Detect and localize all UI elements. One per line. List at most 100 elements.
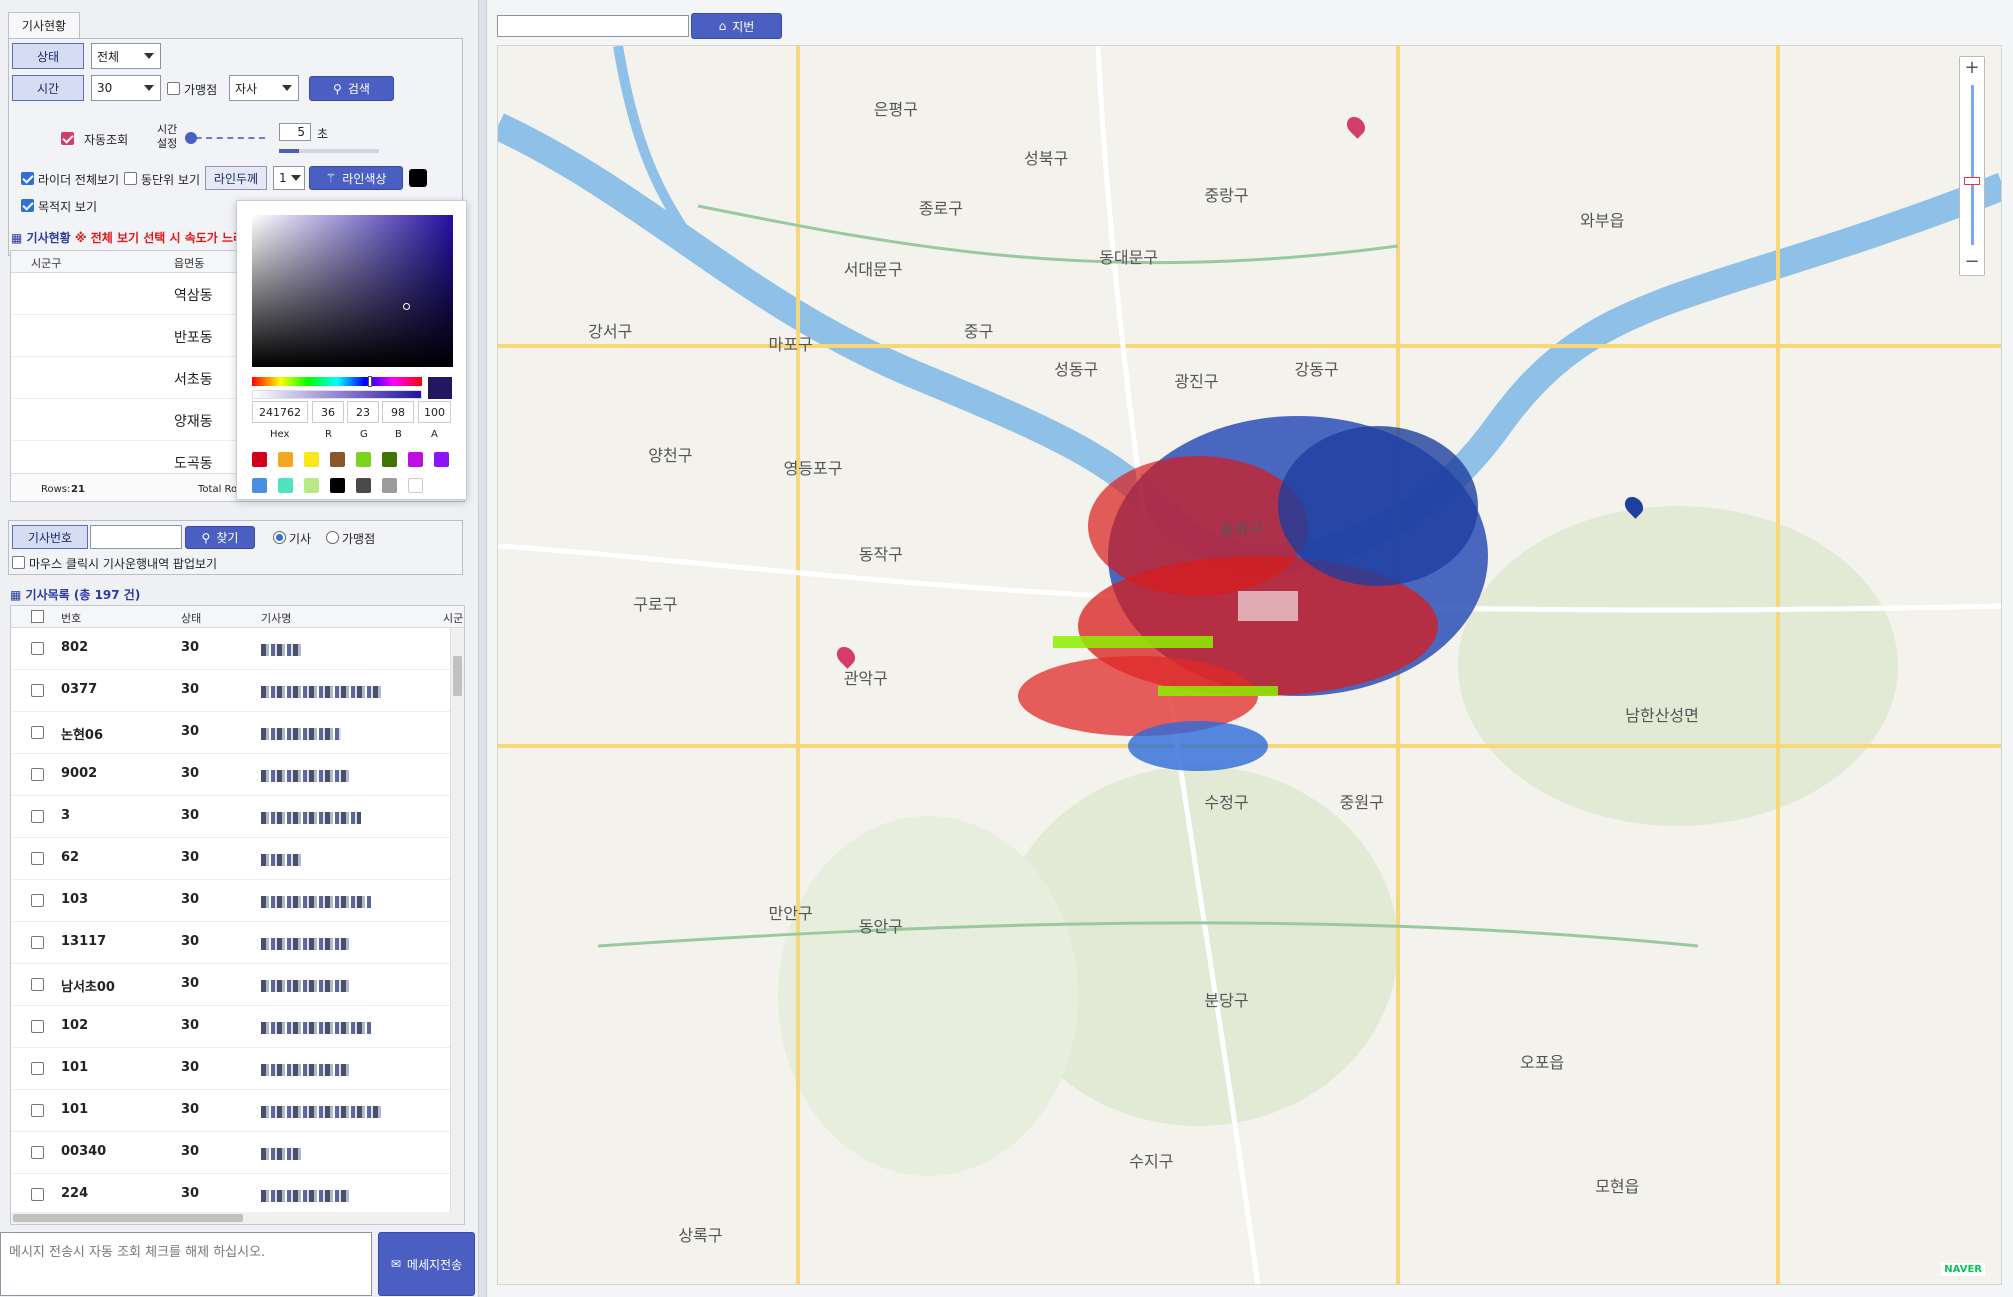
driver-number-label-button[interactable]: 기사번호 — [12, 525, 88, 549]
table-row[interactable]: 62 30 — [11, 838, 450, 880]
color-swatch[interactable] — [252, 478, 267, 493]
g-input[interactable]: 23 — [347, 401, 379, 423]
row-checkbox[interactable] — [31, 852, 44, 865]
interval-slider[interactable] — [185, 137, 265, 139]
a-input[interactable]: 100 — [418, 401, 451, 423]
hue-slider-handle[interactable] — [368, 376, 372, 387]
time-label-button[interactable]: 시간 — [12, 75, 84, 101]
color-swatch[interactable] — [304, 452, 319, 467]
map-search-input[interactable] — [497, 15, 689, 37]
zoom-control[interactable]: + − — [1959, 56, 1985, 276]
dong-unit-checkbox[interactable] — [124, 172, 137, 185]
search-button[interactable]: ⚲ 검색 — [309, 76, 394, 101]
vertical-scrollbar[interactable] — [450, 628, 464, 1224]
row-checkbox[interactable] — [31, 810, 44, 823]
search-icon: ⚲ — [201, 530, 211, 545]
line-width-select[interactable]: 1 — [273, 166, 305, 190]
map-district-label: 마포구 — [768, 334, 813, 354]
row-checkbox[interactable] — [31, 1188, 44, 1201]
interval-input[interactable]: 5 — [279, 123, 311, 141]
row-checkbox[interactable] — [31, 768, 44, 781]
status-select[interactable]: 전체 — [91, 43, 161, 69]
table-row[interactable]: 9002 30 — [11, 754, 450, 796]
auto-query-checkbox[interactable] — [61, 132, 74, 145]
zoom-handle[interactable] — [1964, 177, 1980, 185]
color-swatch[interactable] — [408, 452, 423, 467]
color-swatch[interactable] — [408, 478, 423, 493]
tab-driver-status[interactable]: 기사현황 — [8, 12, 80, 39]
row-checkbox[interactable] — [31, 936, 44, 949]
color-swatch[interactable] — [304, 478, 319, 493]
driver-number-input[interactable] — [90, 525, 182, 549]
row-checkbox[interactable] — [31, 642, 44, 655]
line-width-button[interactable]: 라인두께 — [205, 166, 267, 190]
color-swatch[interactable] — [356, 452, 371, 467]
color-saturation-area[interactable] — [252, 215, 453, 367]
radio-driver[interactable] — [273, 531, 286, 544]
table-row[interactable]: 00340 30 — [11, 1132, 450, 1174]
color-swatch[interactable] — [330, 452, 345, 467]
table-row[interactable]: 13117 30 — [11, 922, 450, 964]
table-row[interactable]: 103 30 — [11, 880, 450, 922]
hue-slider[interactable] — [252, 377, 422, 386]
row-checkbox[interactable] — [31, 1104, 44, 1117]
line-color-swatch[interactable] — [409, 169, 427, 187]
table-row[interactable]: 3 30 — [11, 796, 450, 838]
table-row[interactable]: 802 30 — [11, 628, 450, 670]
color-swatch[interactable] — [356, 478, 371, 493]
color-picker[interactable]: 241762 36 23 98 100 Hex R G B A — [236, 200, 467, 500]
table-row[interactable]: 논현06 30 — [11, 712, 450, 754]
line-color-button[interactable]: ⚚ 라인색상 — [309, 166, 403, 190]
row-checkbox[interactable] — [31, 894, 44, 907]
color-swatch[interactable] — [252, 452, 267, 467]
hex-input[interactable]: 241762 — [252, 401, 308, 423]
table-row[interactable]: 101 30 — [11, 1090, 450, 1132]
home-button[interactable]: ⌂ 지번 — [691, 13, 782, 39]
status-label-button[interactable]: 상태 — [12, 43, 84, 69]
color-swatch[interactable] — [330, 478, 345, 493]
color-cursor[interactable] — [403, 303, 410, 310]
row-checkbox[interactable] — [31, 1146, 44, 1159]
redacted-driver-name — [261, 1064, 351, 1076]
table-row[interactable]: 102 30 — [11, 1006, 450, 1048]
row-checkbox[interactable] — [31, 978, 44, 991]
rows-label: Rows: — [41, 484, 71, 495]
row-checkbox[interactable] — [31, 684, 44, 697]
radio-franchise[interactable] — [326, 531, 339, 544]
table-row[interactable]: 224 30 — [11, 1174, 450, 1216]
message-input[interactable]: 메시지 전송시 자동 조회 체크를 해제 하십시오. — [0, 1232, 372, 1296]
company-select[interactable]: 자사 — [229, 75, 299, 101]
b-input[interactable]: 98 — [382, 401, 414, 423]
radio-franchise-label: 가맹점 — [342, 532, 376, 546]
table-row[interactable]: 0377 30 — [11, 670, 450, 712]
row-checkbox[interactable] — [31, 1020, 44, 1033]
horizontal-scrollbar[interactable] — [11, 1212, 451, 1224]
rider-all-checkbox[interactable] — [21, 172, 34, 185]
popup-checkbox[interactable] — [12, 556, 25, 569]
map-canvas[interactable]: 은평구 성북구 종로구 서대문구 동대문구 중랑구 강서구 마포구 중구 성동구 광진구 강동구 양천구… — [497, 45, 2002, 1285]
table-row[interactable]: 101 30 — [11, 1048, 450, 1090]
scrollbar-thumb[interactable] — [453, 656, 462, 696]
interval-slider-handle[interactable] — [185, 132, 197, 144]
zoom-in-button[interactable]: + — [1960, 57, 1984, 81]
r-input[interactable]: 36 — [312, 401, 344, 423]
table-row[interactable]: 남서초00 30 — [11, 964, 450, 1006]
scrollbar-thumb[interactable] — [13, 1214, 243, 1222]
alpha-slider[interactable] — [252, 390, 422, 399]
select-all-checkbox[interactable] — [31, 610, 44, 623]
color-swatch[interactable] — [382, 452, 397, 467]
destination-checkbox[interactable] — [21, 199, 34, 212]
find-button[interactable]: ⚲ 찾기 — [185, 526, 255, 549]
zoom-out-button[interactable]: − — [1960, 251, 1984, 275]
zoom-track[interactable] — [1971, 85, 1974, 245]
panel-splitter[interactable] — [478, 0, 487, 1297]
row-checkbox[interactable] — [31, 1062, 44, 1075]
color-swatch[interactable] — [278, 452, 293, 467]
time-select[interactable]: 30 — [91, 75, 161, 101]
send-message-button[interactable]: ✉ 메세지전송 — [378, 1232, 475, 1296]
color-swatch[interactable] — [278, 478, 293, 493]
color-swatch[interactable] — [382, 478, 397, 493]
row-checkbox[interactable] — [31, 726, 44, 739]
franchise-checkbox[interactable] — [167, 82, 180, 95]
color-swatch[interactable] — [434, 452, 449, 467]
